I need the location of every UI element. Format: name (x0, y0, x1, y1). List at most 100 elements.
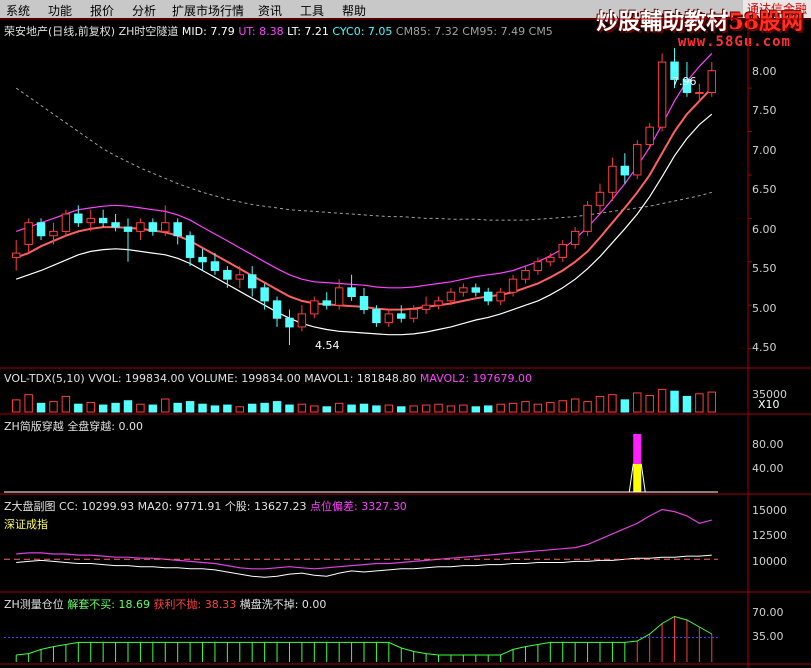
volume-bar (533, 403, 543, 413)
deviation-label: 点位偏差: (310, 500, 362, 513)
volume-bar (620, 399, 630, 413)
volume-bar (521, 401, 530, 413)
volume-bar (198, 403, 207, 413)
volume-bar (285, 404, 294, 413)
candle-down (74, 213, 83, 224)
y-tick-label: 6.00 (752, 223, 777, 236)
volume-bar (434, 403, 443, 413)
volume-bar (707, 391, 717, 413)
y-tick-label: 8.00 (752, 65, 777, 78)
candle-down (223, 269, 232, 280)
position-a: 解套不买: 18.69 (67, 598, 151, 611)
candle-up (334, 287, 344, 306)
candle-up (161, 222, 170, 232)
volume-header: VOL-TDX(5,10) VVOL: 199834.00 VOLUME: 19… (4, 372, 532, 385)
market-y-tick: 10000 (752, 555, 787, 568)
candle-down (359, 296, 369, 311)
volume-bar (633, 392, 642, 413)
volume-bar (409, 405, 418, 413)
candle-up (546, 256, 555, 263)
ut-line (16, 52, 713, 289)
candle-up (657, 61, 667, 128)
volume-bar (24, 394, 33, 413)
candle-up (384, 313, 394, 324)
volume-bar (260, 402, 269, 413)
candle-down (247, 274, 257, 289)
candle-down (372, 309, 381, 324)
volume-bar (670, 390, 679, 413)
candle-up (434, 300, 443, 306)
cross-spike-yellow (633, 464, 642, 492)
volume-bar (185, 401, 195, 413)
cc-value: CC: 10299.93 (59, 500, 135, 513)
volume-bar (558, 400, 567, 413)
stock-value: 个股: 13627.23 (224, 500, 307, 513)
volume-bar (471, 406, 481, 413)
candle-up (570, 230, 580, 245)
candle-down (620, 165, 630, 176)
candle-down (210, 261, 220, 271)
volume-bar (297, 403, 307, 413)
volume-bar (421, 404, 431, 413)
cross-y-tick: 80.00 (752, 438, 784, 451)
candle-down (322, 300, 331, 306)
candle-up (533, 261, 543, 271)
candle-up (136, 222, 145, 232)
volume-bar (334, 402, 344, 413)
volume-bar (459, 404, 468, 413)
cross-y-tick: 40.00 (752, 462, 784, 475)
volume-bar (123, 400, 133, 413)
volume-bar (508, 402, 518, 413)
cross-header: ZH简版穿越 全盘穿越: 0.00 (4, 418, 143, 434)
position-header: ZH测量仓位 解套不买: 18.69 获利不抛: 38.33 横盘洗不掉: 0.… (4, 596, 326, 612)
y-tick-label: 7.00 (752, 144, 777, 157)
candle-down (397, 313, 406, 319)
market-y-tick: 12500 (752, 529, 787, 542)
candle-down (483, 291, 493, 302)
candle-up (86, 217, 95, 224)
market-title[interactable]: Z大盘副图 (4, 500, 56, 513)
candle-down (471, 287, 481, 293)
candle-up (24, 222, 33, 245)
candle-down (272, 300, 282, 319)
candle-up (235, 274, 245, 280)
candle-up (421, 304, 431, 311)
volume-bar (61, 395, 71, 413)
cross-spike-magenta (633, 434, 642, 464)
volume-bar (583, 401, 592, 413)
volume-bar (546, 401, 555, 413)
candle-up (558, 243, 567, 258)
volume-bar (446, 405, 456, 413)
long-term-dashed-line (15, 87, 712, 221)
vol-name[interactable]: VOL-TDX(5,10) (4, 372, 85, 385)
volume-bar (695, 393, 704, 413)
volume-bar (223, 404, 232, 413)
volume-bar (74, 403, 83, 413)
candle-down (173, 222, 182, 237)
volume-bar (98, 404, 108, 413)
candle-down (347, 287, 356, 298)
volume-bar (645, 395, 654, 413)
high-price-label: 7.96 (672, 75, 697, 88)
position-title[interactable]: ZH测量仓位 (4, 598, 64, 611)
volume-bar (36, 402, 46, 413)
y-tick-label: 5.00 (752, 302, 777, 315)
position-c: 横盘洗不掉: 0.00 (239, 598, 327, 611)
candle-down (198, 256, 207, 263)
candle-down (98, 217, 108, 224)
vol-unit: X10 (758, 398, 780, 411)
y-tick-label: 5.50 (752, 262, 777, 275)
volume-bar (570, 398, 580, 413)
candle-up (446, 291, 456, 302)
volume-bar (322, 406, 331, 413)
candle-up (61, 213, 71, 232)
deviation-value: 3327.30 (361, 500, 407, 513)
volume-bar (210, 405, 220, 413)
volume-bar (148, 404, 158, 413)
volume-bar (384, 404, 394, 413)
cross-title[interactable]: ZH简版穿越 (4, 420, 64, 433)
volume-bar (86, 401, 95, 413)
candle-up (49, 230, 58, 237)
market-cc-line (16, 554, 712, 578)
candle-down (123, 226, 133, 232)
